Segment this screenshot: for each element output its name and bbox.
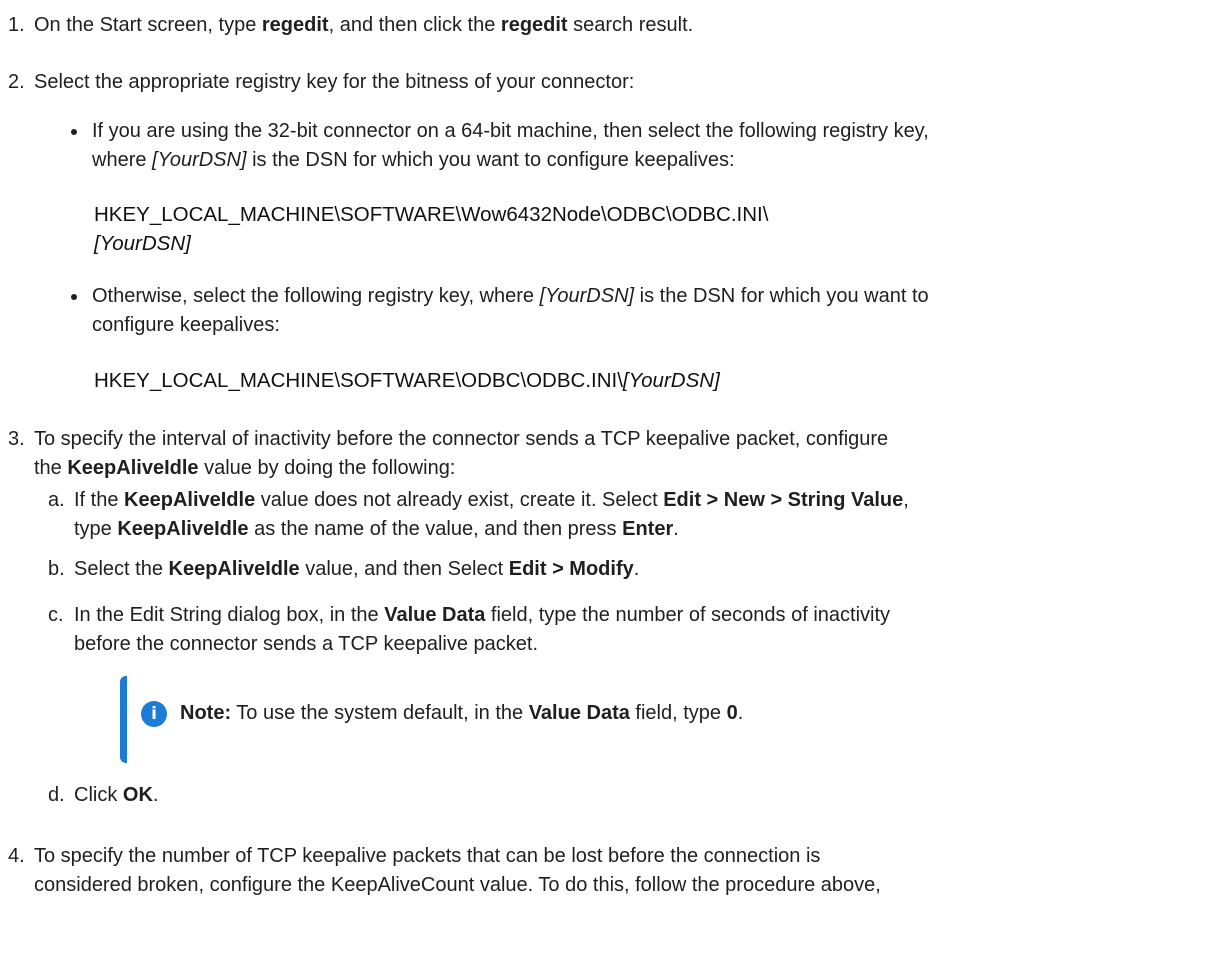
registry-key-64bit: HKEY_LOCAL_MACHINE\SOFTWARE\ODBC\ODBC.IN… xyxy=(94,369,720,392)
substep-label: b. xyxy=(48,558,65,580)
step-number: 1. xyxy=(8,14,25,36)
substep-a-text: If the KeepAliveIdle value does not alre… xyxy=(74,489,909,540)
bullet-2-text: Otherwise, select the following registry… xyxy=(92,285,929,336)
bullet-icon xyxy=(71,129,77,135)
substep-label: c. xyxy=(48,604,64,626)
step-1-text: On the Start screen, type regedit, and t… xyxy=(34,14,694,36)
substep-d-text: Click OK. xyxy=(74,784,159,806)
substep-c-text: In the Edit String dialog box, in the Va… xyxy=(74,604,891,655)
step-2-text: Select the appropriate registry key for … xyxy=(34,71,635,93)
step-number: 2. xyxy=(8,71,25,93)
note-text: Note: To use the system default, in the … xyxy=(180,702,744,724)
substep-label: a. xyxy=(48,489,65,511)
note-accent-bar xyxy=(120,676,127,763)
info-icon: i xyxy=(141,701,167,727)
step-4-text: To specify the number of TCP keepalive p… xyxy=(34,845,881,896)
step-3-text: To specify the interval of inactivity be… xyxy=(34,428,889,479)
substep-b-text: Select the KeepAliveIdle value, and then… xyxy=(74,558,640,580)
registry-key-32bit: HKEY_LOCAL_MACHINE\SOFTWARE\Wow6432Node\… xyxy=(94,203,769,255)
substep-label: d. xyxy=(48,784,65,806)
bullet-icon xyxy=(71,294,77,300)
bullet-1-text: If you are using the 32-bit connector on… xyxy=(92,120,929,171)
step-number: 3. xyxy=(8,428,25,450)
step-number: 4. xyxy=(8,845,25,867)
